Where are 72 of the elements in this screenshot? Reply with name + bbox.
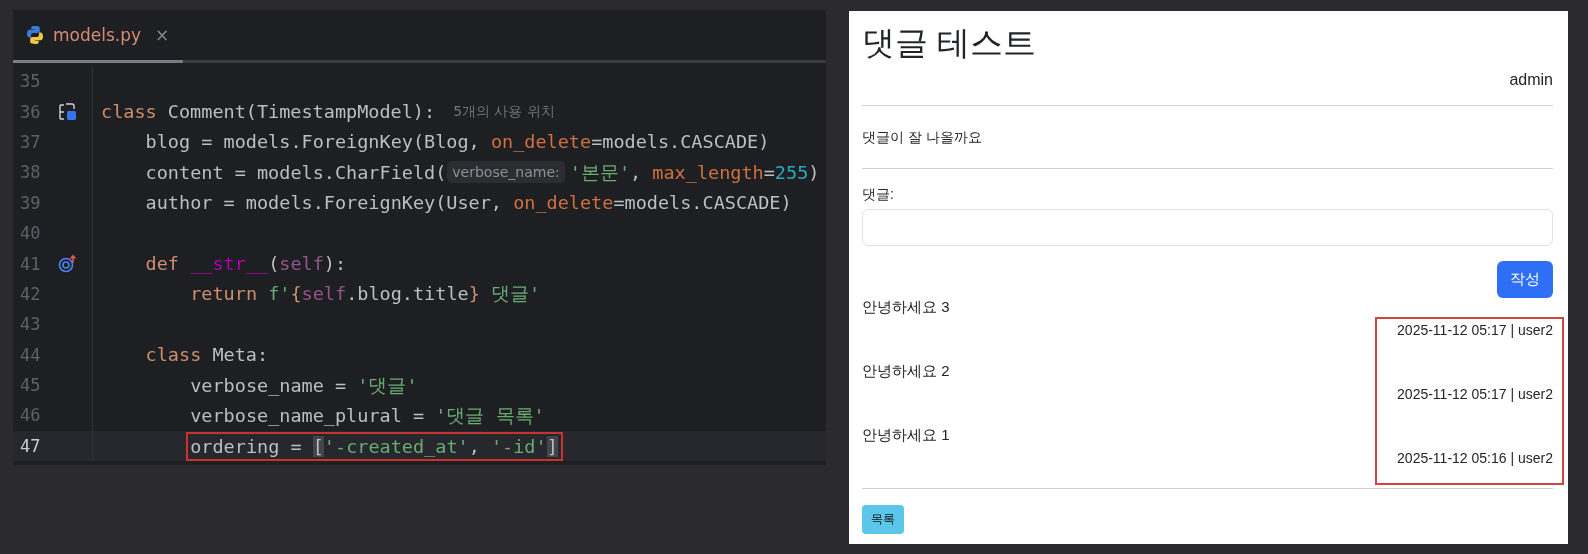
code-self: self [279,253,324,275]
code-keyword: return [190,283,258,305]
author-name: admin [1509,71,1553,89]
comment-text: 안녕하세요 2 [862,361,951,381]
code-text: ordering = [190,436,303,458]
code-text: =models.CASCADE) [591,131,770,153]
code-parameter: on_delete [513,192,614,214]
line-number: 42 [19,283,42,304]
comment-meta: 2025-11-12 05:17 | user2 [1397,321,1553,340]
code-brace: } [468,283,480,305]
code-string: '-id' [490,436,547,458]
line-number: 41 [19,253,42,274]
python-icon [25,25,45,45]
matched-bracket: ] [546,436,558,458]
line-number: 38 [19,162,42,183]
matched-bracket: [ [312,436,324,458]
code-string: '댓글' [357,373,418,398]
code-string: 댓글' [489,282,541,307]
code-text: , [468,436,481,458]
model-icon[interactable] [58,101,78,122]
file-tab[interactable]: models.py [25,10,142,60]
code-text: , [630,161,643,183]
code-keyword: class [145,344,203,366]
code-text: ): [323,253,347,275]
code-text: Comment(TimestampModel): [167,101,436,123]
code-string: '본문' [569,160,631,185]
comment-meta: 2025-11-12 05:17 | user2 [1397,385,1553,404]
line-number: 39 [19,192,42,213]
code-number: 255 [774,161,809,183]
parameter-hint: verbose_name: [447,161,565,184]
usage-hint: 5개의 사용 위치 [453,102,555,121]
code-text: verbose_name_plural = [190,405,426,426]
line-number: 45 [19,375,42,396]
comment-field[interactable] [862,209,1553,246]
code-text: blog = models.ForeignKey(Blog, [145,131,481,153]
code-text: content = models.CharField( [145,161,447,183]
code-string: '-created_at' [323,436,469,458]
comment-meta: 2025-11-12 05:16 | user2 [1397,449,1553,468]
code-text: verbose_name = [190,374,348,396]
field-label: 댓글: [862,185,895,204]
line-number: 40 [19,223,42,244]
comment-text: 안녕하세요 1 [862,425,951,445]
code-text: ) [808,161,820,183]
code-parameter: on_delete [490,131,592,153]
code-text: = [763,161,775,183]
close-button[interactable]: × [155,25,170,45]
line-number: 43 [19,314,42,335]
line-number: 36 [19,101,42,122]
line-number: 46 [19,405,42,426]
code-keyword: class [101,101,158,123]
code-text: .blog.title [346,283,469,305]
code-string: '댓글 목록' [435,404,545,428]
code-text: =models.CASCADE) [613,192,792,214]
code-text: ( [268,253,280,275]
line-number: 44 [19,344,42,365]
code-self: self [301,283,347,305]
code-keyword: def [145,253,180,275]
code-text: author = models.ForeignKey(User, [145,192,503,214]
comment-text: 안녕하세요 3 [862,297,951,317]
line-number: 37 [19,131,42,152]
submit-button[interactable]: 작성 [1497,261,1553,298]
code-text: Meta: [212,344,269,366]
code-brace: { [290,283,302,305]
code-string: f' [268,283,291,305]
code-method-name: __str__ [190,253,269,275]
list-button[interactable]: 목록 [862,505,904,534]
line-number: 35 [19,71,42,92]
post-content: 댓글이 잘 나올까요 [862,128,983,147]
page-title: 댓글 테스트 [862,23,1038,63]
line-number: 47 [19,435,42,456]
code-parameter: max_length [652,161,764,183]
override-icon[interactable] [58,253,78,274]
